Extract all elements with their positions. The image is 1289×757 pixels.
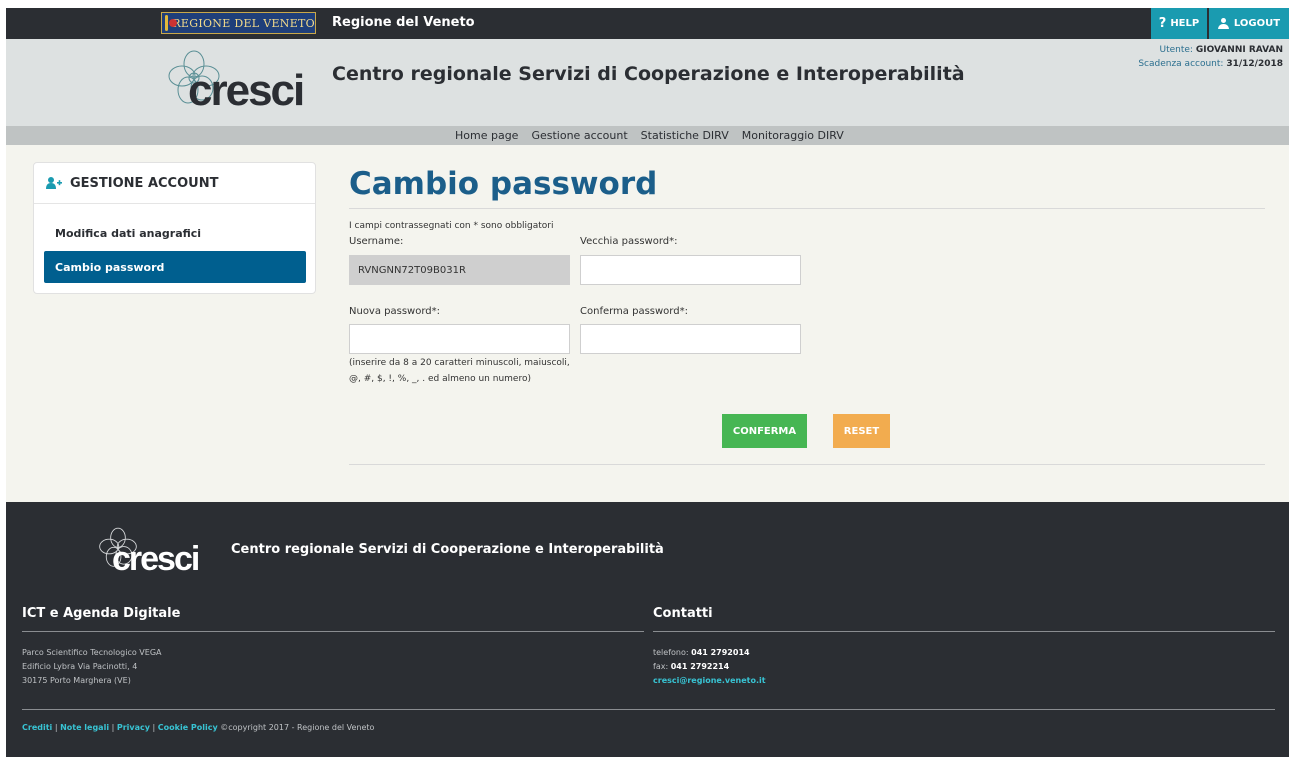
sidebar-heading-label: GESTIONE ACCOUNT (70, 175, 219, 191)
sidebar-item-cambio-password[interactable]: Cambio password (44, 251, 306, 283)
site-header: cresci Centro regionale Servizi di Coope… (6, 39, 1289, 126)
address-line: Edificio Lybra Via Pacinotti, 4 (22, 662, 138, 671)
divider (349, 464, 1265, 465)
confirm-button[interactable]: CONFERMA (722, 414, 807, 448)
main-nav: Home page Gestione account Statistiche D… (6, 126, 1289, 145)
help-label: HELP (1170, 18, 1200, 29)
divider (22, 631, 644, 632)
nav-item-monitoraggio-dirv[interactable]: Monitoraggio DIRV (742, 129, 844, 142)
required-note: I campi contrassegnati con * sono obblig… (349, 221, 554, 231)
new-password-label: Nuova password*: (349, 306, 441, 317)
address: Parco Scientifico Tecnologico VEGA Edifi… (22, 646, 162, 688)
coat-of-arms-icon (165, 15, 179, 31)
divider (22, 709, 1275, 710)
user-name: GIOVANNI RAVAN (1195, 45, 1283, 55)
sidebar: GESTIONE ACCOUNT Modifica dati anagrafic… (33, 162, 316, 294)
address-line: Parco Scientifico Tecnologico VEGA (22, 648, 162, 657)
user-label: Utente: (1159, 45, 1193, 55)
password-hint: (inserire da 8 a 20 caratteri minuscoli,… (349, 355, 579, 387)
footer-logo-word: cresci (112, 540, 200, 578)
help-button[interactable]: ? HELP (1151, 8, 1207, 39)
main-content: GESTIONE ACCOUNT Modifica dati anagrafic… (6, 145, 1289, 502)
top-bar: REGIONE DEL VENETO Regione del Veneto ? … (6, 8, 1289, 39)
site-footer: cresci Centro regionale Servizi di Coope… (6, 502, 1289, 757)
ict-heading: ICT e Agenda Digitale (22, 606, 181, 621)
logout-button[interactable]: LOGOUT (1209, 8, 1289, 39)
footer-title: Centro regionale Servizi di Cooperazione… (231, 542, 664, 557)
topbar-title: Regione del Veneto (332, 15, 475, 30)
user-info: Utente: GIOVANNI RAVAN Scadenza account:… (1138, 43, 1283, 71)
contacts: telefono: 041 2792014 fax: 041 2792214 c… (653, 646, 766, 688)
phone-value: 041 2792014 (691, 648, 750, 657)
fax-label: fax: (653, 662, 669, 671)
old-password-field[interactable] (580, 255, 801, 285)
regione-veneto-logo[interactable]: REGIONE DEL VENETO (161, 12, 316, 34)
divider (653, 631, 1275, 632)
password-hint-line1: (inserire da 8 a 20 caratteri minuscoli,… (349, 358, 570, 368)
link-privacy[interactable]: Privacy (117, 723, 150, 732)
footer-cresci-logo: cresci (96, 526, 216, 578)
cresci-logo-word: cresci (188, 66, 305, 115)
logout-label: LOGOUT (1233, 18, 1281, 29)
email-link[interactable]: cresci@regione.veneto.it (653, 674, 766, 688)
username-label: Username: (349, 236, 404, 247)
expiry-label: Scadenza account: (1138, 59, 1224, 69)
expiry-date: 31/12/2018 (1226, 59, 1283, 69)
question-mark-icon: ? (1158, 16, 1167, 31)
link-note-legali[interactable]: Note legali (60, 723, 109, 732)
footer-links: Crediti | Note legali | Privacy | Cookie… (22, 723, 375, 732)
sidebar-heading: GESTIONE ACCOUNT (34, 163, 315, 204)
link-crediti[interactable]: Crediti (22, 723, 52, 732)
add-user-icon (46, 177, 62, 189)
contacts-heading: Contatti (653, 606, 713, 621)
confirm-password-label: Conferma password*: (580, 306, 688, 317)
user-icon (1217, 18, 1229, 29)
header-title: Centro regionale Servizi di Cooperazione… (332, 63, 965, 85)
fax-value: 041 2792214 (670, 662, 730, 671)
copyright: ©copyright 2017 - Regione del Veneto (220, 723, 375, 732)
username-field: RVNGNN72T09B031R (349, 255, 570, 285)
password-hint-line2: @, #, $, !, %, _, . ed almeno un numero) (349, 374, 531, 384)
address-line: 30175 Porto Marghera (VE) (22, 676, 131, 685)
reset-button[interactable]: RESET (833, 414, 890, 448)
cresci-logo[interactable]: cresci (164, 50, 314, 115)
nav-item-home[interactable]: Home page (455, 129, 518, 142)
new-password-field[interactable] (349, 324, 570, 354)
nav-item-statistiche-dirv[interactable]: Statistiche DIRV (641, 129, 729, 142)
link-cookie-policy[interactable]: Cookie Policy (158, 723, 218, 732)
confirm-password-field[interactable] (580, 324, 801, 354)
page-title: Cambio password (349, 166, 658, 202)
old-password-label: Vecchia password*: (580, 236, 678, 247)
region-logo-text: REGIONE DEL VENETO (172, 16, 315, 30)
nav-item-gestione-account[interactable]: Gestione account (531, 129, 627, 142)
phone-label: telefono: (653, 648, 689, 657)
sidebar-item-modifica-dati[interactable]: Modifica dati anagrafici (44, 217, 306, 249)
divider (349, 208, 1265, 209)
